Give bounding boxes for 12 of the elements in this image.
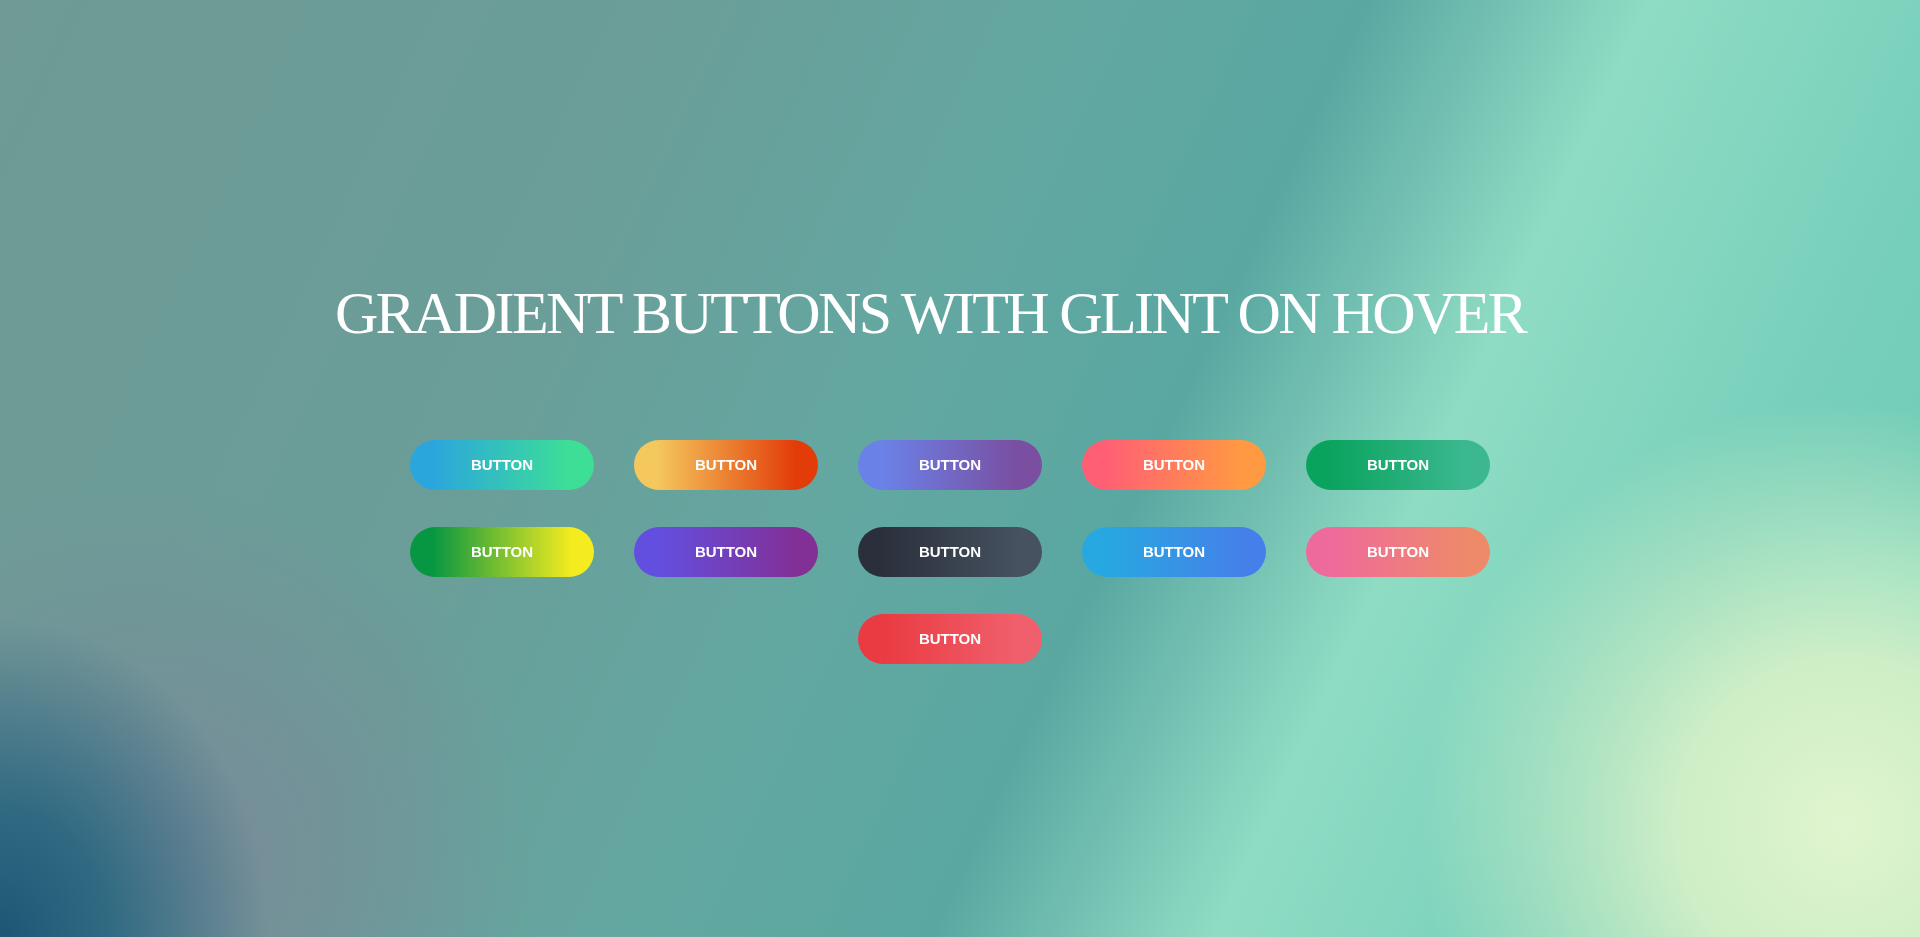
gradient-button[interactable]: BUTTON <box>1082 440 1266 490</box>
gradient-button[interactable]: BUTTON <box>634 527 818 577</box>
gradient-button[interactable]: BUTTON <box>1306 440 1490 490</box>
gradient-button[interactable]: BUTTON <box>858 440 1042 490</box>
gradient-button[interactable]: BUTTON <box>858 527 1042 577</box>
page-title: GRADIENT BUTTONS WITH GLINT ON HOVER <box>334 283 1526 343</box>
gradient-button[interactable]: BUTTON <box>1082 527 1266 577</box>
gradient-button[interactable]: BUTTON <box>858 614 1042 664</box>
gradient-button[interactable]: BUTTON <box>634 440 818 490</box>
gradient-button[interactable]: BUTTON <box>410 527 594 577</box>
gradient-button[interactable]: BUTTON <box>1306 527 1490 577</box>
gradient-button[interactable]: BUTTON <box>410 440 594 490</box>
